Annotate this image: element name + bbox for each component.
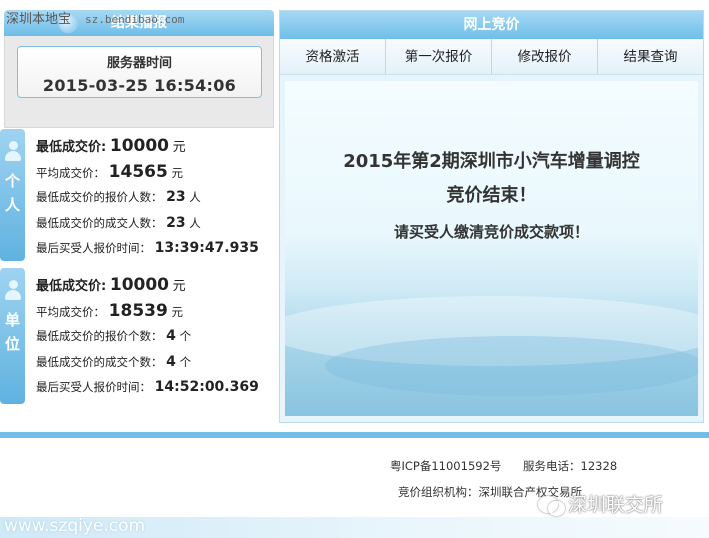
company-bid-count: 最低成交价的报价个数： 4 个 (36, 328, 192, 344)
tab-qualification-activation[interactable]: 资格激活 (280, 39, 386, 74)
sea-wave-decoration (325, 336, 698, 396)
personal-tag-char-2: 人 (4, 196, 20, 214)
announcement-area: 2015年第2期深圳市小汽车增量调控 竞价结束！ 请买受人缴清竞价成交款项！ (285, 81, 698, 416)
announcement-notice: 请买受人缴清竞价成交款项！ (393, 223, 589, 241)
tab-first-bid[interactable]: 第一次报价 (386, 39, 492, 74)
icp-number: 粤ICP备11001592号 (390, 459, 502, 473)
person-icon (4, 141, 22, 163)
personal-min-price-value: 10000 (109, 136, 170, 156)
company-tag: 单 位 (0, 268, 25, 404)
footer-divider (0, 432, 709, 438)
company-last-time: 最后买受人报价时间： 14:52:00.369 (36, 379, 259, 395)
personal-avg-price: 平均成交价： 14565 元 (36, 161, 183, 182)
result-broadcast-panel: 结果播报 服务器时间 2015-03-25 16:54:06 (4, 10, 274, 128)
company-min-price: 最低成交价: 10000 元 (36, 275, 186, 295)
server-time-label: 服务器时间 (106, 56, 172, 71)
watermark-text: 深圳本地宝 (6, 12, 72, 27)
personal-tag-char-1: 个 (4, 172, 20, 190)
personal-bid-count: 最低成交价的报价人数： 23 人 (36, 189, 201, 205)
watermark-brand-text: 深圳联交所 (568, 494, 664, 516)
personal-last-time: 最后买受人报价时间： 13:39:47.935 (36, 240, 259, 256)
server-time-display: 服务器时间 2015-03-25 16:54:06 (17, 46, 262, 98)
personal-avg-price-value: 14565 (108, 161, 168, 182)
tab-result-query[interactable]: 结果查询 (598, 39, 703, 74)
personal-tag: 个 人 (0, 129, 25, 261)
company-deal-count: 最低成交价的成交个数： 4 个 (36, 353, 192, 370)
bidding-tabs: 资格激活 第一次报价 修改报价 结果查询 (280, 39, 703, 75)
service-phone: 服务电话：12328 (523, 459, 618, 473)
personal-stats: 个 人 最低成交价: 10000 元 平均成交价： 14565 元 最低成交价的… (0, 129, 270, 261)
personal-deal-count: 最低成交价的成交人数： 23 人 (36, 214, 201, 231)
company-min-price-value: 10000 (109, 275, 170, 295)
online-bidding-panel: 网上竞价 资格激活 第一次报价 修改报价 结果查询 2015年第2期深圳市小汽车… (279, 10, 704, 423)
company-stats: 单 位 最低成交价: 10000 元 平均成交价： 18539 元 最低成交价的… (0, 268, 270, 404)
company-tag-char-1: 单 (4, 311, 20, 329)
server-time-box: 服务器时间 2015-03-25 16:54:06 (4, 36, 274, 128)
company-tag-char-2: 位 (4, 335, 20, 353)
watermark-brand: 深圳联交所 (538, 490, 663, 517)
company-avg-price: 平均成交价： 18539 元 (36, 300, 183, 321)
announcement-status: 竞价结束！ (446, 185, 537, 206)
company-avg-price-value: 18539 (108, 300, 168, 321)
server-time-value: 2015-03-25 16:54:06 (42, 76, 237, 95)
wechat-icon (538, 494, 565, 516)
footer-info: 粤ICP备11001592号 服务电话：12328 (390, 458, 617, 474)
watermark-site: www.szqiye.com (4, 516, 146, 536)
announcement-headline: 2015年第2期深圳市小汽车增量调控 (343, 151, 640, 172)
watermark-url: sz.bendibao.com (85, 13, 185, 26)
group-icon (4, 280, 22, 302)
personal-min-price: 最低成交价: 10000 元 (36, 136, 186, 156)
online-bidding-header: 网上竞价 (280, 11, 703, 39)
watermark-top: 深圳本地宝 sz.bendibao.com (6, 8, 184, 27)
tab-modify-bid[interactable]: 修改报价 (492, 39, 598, 74)
